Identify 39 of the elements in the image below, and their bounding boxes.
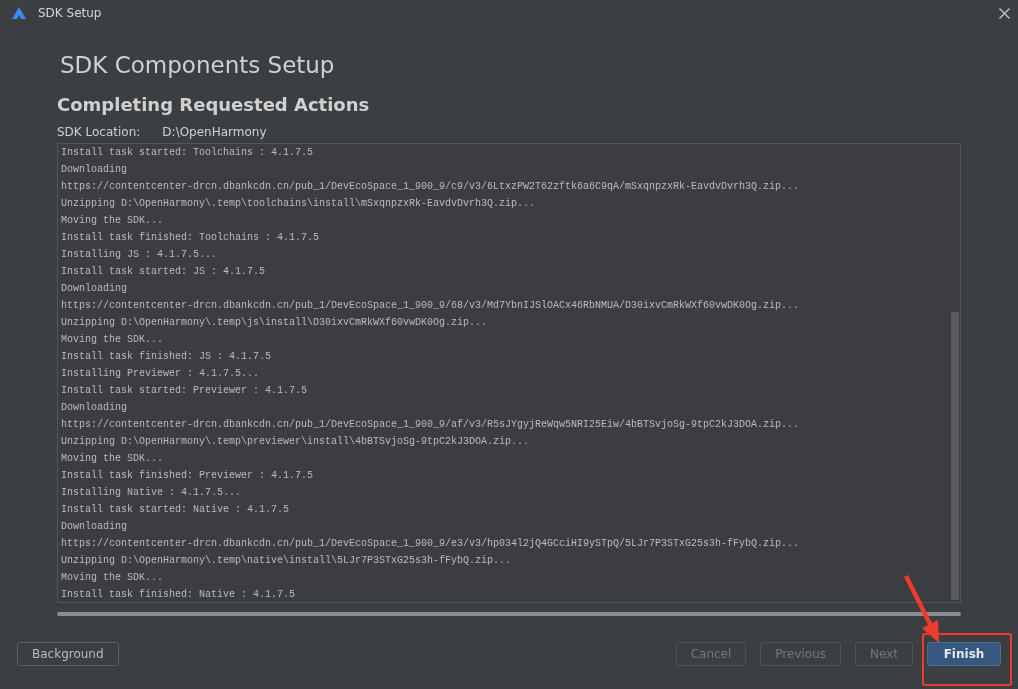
- log-line: Install task started: JS : 4.1.7.5: [61, 265, 267, 279]
- close-icon[interactable]: [999, 7, 1010, 19]
- log-line: Moving the SDK...: [61, 333, 165, 347]
- log-line: Unzipping D:\OpenHarmony\.temp\native\install\5LJr7P3STxG25s3h-fFybQ.zip...: [61, 554, 513, 568]
- section-title: Completing Requested Actions: [57, 94, 371, 115]
- log-line: Install task finished: Native : 4.1.7.5: [61, 588, 297, 602]
- log-line: Install task started: Native : 4.1.7.5: [61, 503, 291, 517]
- sdk-location-label: SDK Location:: [57, 125, 141, 139]
- window-title: SDK Setup: [38, 6, 103, 20]
- sdk-location-value: D:\OpenHarmony: [162, 125, 267, 139]
- annotation-arrow: [902, 575, 942, 645]
- log-line: Install task started: Toolchains : 4.1.7.5: [61, 146, 315, 160]
- log-line: Unzipping D:\OpenHarmony\.temp\previewer\install\4bBTSvjoSg-9tpC2kJ3DOA.zip...: [61, 435, 531, 449]
- background-button[interactable]: Background: [17, 642, 119, 666]
- log-line: Moving the SDK...: [61, 214, 165, 228]
- log-line: https://contentcenter-drcn.dbankcdn.cn/pub_1/DevEcoSpace_1_900_9/68/v3/Md7YbnIJSlOACx46RbNMUA/D30ixvCmRkWXf60vwDK0Og.zip...: [61, 299, 801, 313]
- log-line: Install task started: Previewer : 4.1.7.5: [61, 384, 309, 398]
- log-line: Unzipping D:\OpenHarmony\.temp\toolchains\install\mSxqnpzxRk-EavdvDvrh3Q.zip...: [61, 197, 537, 211]
- log-line: Moving the SDK...: [61, 452, 165, 466]
- log-line: Downloading: [61, 520, 128, 534]
- log-line: Downloading: [61, 163, 128, 177]
- log-line: https://contentcenter-drcn.dbankcdn.cn/pub_1/DevEcoSpace_1_900_9/e3/v3/hp034l2jQ4GCciHI9ySTpQ/5LJr7P3STxG25s3h-fFybQ.zip...: [61, 537, 801, 551]
- log-line: Install task finished: Previewer : 4.1.7.5: [61, 469, 315, 483]
- log-line: Install task finished: Toolchains : 4.1.7.5: [61, 231, 321, 245]
- log-line: Downloading: [61, 282, 128, 296]
- log-line: Installing Previewer : 4.1.7.5...: [61, 367, 261, 381]
- horizontal-scrollbar[interactable]: [57, 612, 961, 616]
- log-line: Installing Native : 4.1.7.5...: [61, 486, 243, 500]
- log-line: https://contentcenter-drcn.dbankcdn.cn/pub_1/DevEcoSpace_1_900_9/af/v3/R5sJYgyjReWqw5NRI25Eiw/4bBTSvjoSg-9tpC2kJ3DOA.zip...: [61, 418, 801, 432]
- log-line: Moving the SDK...: [61, 571, 165, 585]
- vertical-scrollbar[interactable]: [951, 312, 959, 600]
- log-line: Unzipping D:\OpenHarmony\.temp\js\install\D30ixvCmRkWXf60vwDK0Og.zip...: [61, 316, 489, 330]
- finish-button[interactable]: Finish: [927, 642, 1001, 666]
- log-line: https://contentcenter-drcn.dbankcdn.cn/pub_1/DevEcoSpace_1_900_9/c9/v3/6LtxzPW2T62zftk6a6C9qA/mSxqnpzxRk-EavdvDvrh3Q.zip...: [61, 180, 801, 194]
- log-line: Installing JS : 4.1.7.5...: [61, 248, 219, 262]
- log-line: Downloading: [61, 401, 128, 415]
- log-line: Install task finished: JS : 4.1.7.5: [61, 350, 273, 364]
- app-logo-icon: [12, 7, 26, 19]
- page-title: SDK Components Setup: [60, 52, 336, 78]
